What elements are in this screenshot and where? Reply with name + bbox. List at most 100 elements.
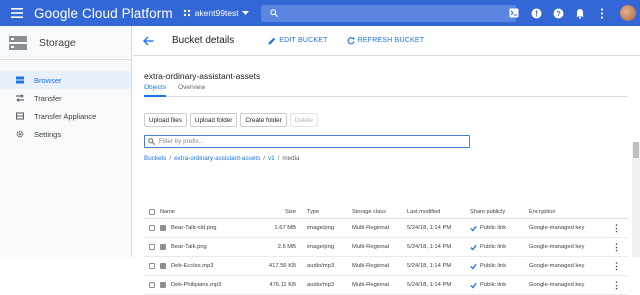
product-title[interactable]: Google Cloud Platform bbox=[34, 6, 173, 21]
breadcrumb: Buckets / extra-ordinary-assistant-asset… bbox=[144, 155, 300, 162]
file-icon bbox=[160, 225, 166, 231]
top-icons: ? bbox=[508, 0, 636, 26]
sidebar-item-label: Settings bbox=[34, 129, 62, 139]
refresh-bucket-label: REFRESH BUCKET bbox=[357, 37, 425, 44]
project-selector[interactable]: akent99test bbox=[183, 8, 249, 18]
bucket-name: extra-ordinary-assistant-assets bbox=[144, 71, 261, 81]
more-vert-icon[interactable]: ⋮ bbox=[612, 261, 621, 271]
scrollbar-thumb[interactable] bbox=[633, 142, 639, 158]
table-row[interactable]: Bear-Talk-old.png 1.67 MB image/png Mult… bbox=[144, 219, 628, 238]
project-dots-icon bbox=[183, 9, 190, 17]
sidebar-item-browser[interactable]: Browser bbox=[0, 71, 131, 89]
pencil-icon bbox=[268, 37, 276, 44]
public-link[interactable]: Public link bbox=[480, 282, 506, 288]
sidebar-item-transfer[interactable]: Transfer bbox=[0, 89, 131, 107]
sidebar-nav: Browser Transfer Transfer Appliance Sett… bbox=[0, 60, 131, 143]
object-encryption: Google-managed key bbox=[529, 282, 585, 288]
table-row[interactable]: Bear-Talk.png 2.5 MB image/png Multi-Reg… bbox=[144, 238, 628, 257]
public-link[interactable]: Public link bbox=[480, 263, 506, 269]
object-name[interactable]: Bear-Talk-old.png bbox=[171, 225, 216, 231]
more-vert-icon[interactable]: ⋮ bbox=[612, 223, 621, 233]
search-input[interactable] bbox=[260, 4, 516, 22]
storage-bucket-icon bbox=[16, 76, 24, 84]
column-encryption[interactable]: Encryption bbox=[529, 209, 609, 215]
breadcrumb-separator: / bbox=[263, 155, 265, 162]
back-arrow-icon[interactable] bbox=[143, 35, 155, 47]
object-last-modified: 5/24/18, 1:14 PM bbox=[407, 225, 452, 231]
table-row[interactable]: Deb-Eccles.mp3 417.56 KB audio/mp3 Multi… bbox=[144, 257, 628, 276]
svg-text:?: ? bbox=[556, 11, 560, 18]
delete-button[interactable]: Delete bbox=[289, 113, 318, 127]
public-link[interactable]: Public link bbox=[480, 244, 506, 250]
object-name[interactable]: Deb-Eccles.mp3 bbox=[171, 263, 214, 269]
create-folder-button[interactable]: Create folder bbox=[240, 113, 287, 127]
row-checkbox[interactable] bbox=[149, 225, 155, 231]
avatar[interactable] bbox=[620, 5, 636, 21]
row-checkbox[interactable] bbox=[149, 263, 155, 269]
object-encryption: Google-managed key bbox=[529, 244, 585, 250]
upload-folder-button[interactable]: Upload folder bbox=[189, 113, 238, 127]
tab-objects[interactable]: Objects bbox=[144, 83, 167, 97]
feedback-icon[interactable] bbox=[530, 7, 542, 19]
project-name: akent99test bbox=[194, 8, 239, 18]
public-checkbox-checked-icon[interactable] bbox=[470, 263, 477, 270]
more-vert-icon[interactable] bbox=[596, 7, 608, 19]
sidebar-item-label: Transfer Appliance bbox=[34, 111, 97, 121]
column-type[interactable]: Type bbox=[307, 209, 352, 215]
breadcrumb-separator: / bbox=[169, 155, 172, 162]
public-link[interactable]: Public link bbox=[480, 225, 506, 231]
row-checkbox[interactable] bbox=[149, 282, 155, 288]
edit-bucket-button[interactable]: EDIT BUCKET bbox=[268, 37, 327, 45]
search-icon bbox=[269, 9, 278, 17]
object-size: 476.11 KB bbox=[269, 282, 296, 288]
more-vert-icon[interactable]: ⋮ bbox=[612, 242, 621, 252]
object-name[interactable]: Deb-Philipians.mp3 bbox=[171, 282, 221, 288]
public-checkbox-checked-icon[interactable] bbox=[470, 225, 477, 232]
menu-icon[interactable] bbox=[0, 0, 34, 26]
object-name[interactable]: Bear-Talk.png bbox=[171, 244, 207, 250]
public-checkbox-checked-icon[interactable] bbox=[470, 244, 477, 251]
column-share-publicly[interactable]: Share publicly bbox=[470, 209, 529, 215]
column-name[interactable]: Name bbox=[160, 209, 261, 215]
object-encryption: Google-managed key bbox=[529, 225, 585, 231]
breadcrumb-buckets[interactable]: Buckets bbox=[144, 155, 166, 162]
column-size[interactable]: Size bbox=[261, 209, 307, 215]
filter-placeholder: Filter by prefix... bbox=[159, 138, 204, 145]
scrollbar[interactable] bbox=[632, 142, 640, 257]
main-content: Bucket details EDIT BUCKET REFRESH BUCKE… bbox=[133, 26, 640, 295]
object-storage-class: Multi-Regional bbox=[352, 263, 390, 269]
more-vert-icon[interactable]: ⋮ bbox=[612, 280, 621, 290]
row-checkbox[interactable] bbox=[149, 244, 155, 250]
tab-overview[interactable]: Overview bbox=[178, 83, 205, 97]
select-all-checkbox[interactable] bbox=[149, 208, 155, 215]
table-header: Name Size Type Storage class Last modifi… bbox=[144, 205, 628, 219]
refresh-bucket-button[interactable]: REFRESH BUCKET bbox=[347, 36, 425, 45]
file-icon bbox=[160, 244, 166, 250]
bucket-tabs: Objects Overview bbox=[144, 83, 628, 97]
sidebar-header: Storage bbox=[0, 26, 131, 60]
search-icon bbox=[148, 138, 155, 145]
object-type: image/png bbox=[307, 225, 335, 231]
table-row[interactable]: Deb-Philipians.mp3 476.11 KB audio/mp3 M… bbox=[144, 276, 628, 295]
terminal-icon[interactable] bbox=[508, 7, 520, 19]
upload-files-button[interactable]: Upload files bbox=[144, 113, 187, 127]
gear-icon bbox=[16, 130, 24, 138]
edit-bucket-label: EDIT BUCKET bbox=[279, 37, 328, 44]
public-checkbox-checked-icon[interactable] bbox=[470, 282, 477, 289]
objects-table: Name Size Type Storage class Last modifi… bbox=[144, 205, 628, 295]
object-size: 417.56 KB bbox=[268, 263, 296, 269]
sidebar-item-transfer-appliance[interactable]: Transfer Appliance bbox=[0, 107, 131, 125]
object-storage-class: Multi-Regional bbox=[352, 282, 390, 288]
breadcrumb-bucket[interactable]: extra-ordinary-assistant-assets bbox=[174, 155, 260, 162]
column-last-modified[interactable]: Last modified bbox=[407, 209, 470, 215]
object-storage-class: Multi-Regional bbox=[352, 244, 390, 250]
chevron-down-icon bbox=[241, 10, 249, 15]
filter-input[interactable]: Filter by prefix... bbox=[144, 135, 470, 148]
sidebar-item-settings[interactable]: Settings bbox=[0, 125, 131, 143]
object-toolbar: Upload files Upload folder Create folder… bbox=[144, 113, 318, 127]
breadcrumb-v1[interactable]: v1 bbox=[268, 155, 275, 162]
notifications-icon[interactable] bbox=[574, 7, 586, 19]
appliance-icon bbox=[16, 112, 24, 120]
help-icon[interactable]: ? bbox=[552, 7, 564, 19]
column-storage-class[interactable]: Storage class bbox=[352, 209, 407, 215]
